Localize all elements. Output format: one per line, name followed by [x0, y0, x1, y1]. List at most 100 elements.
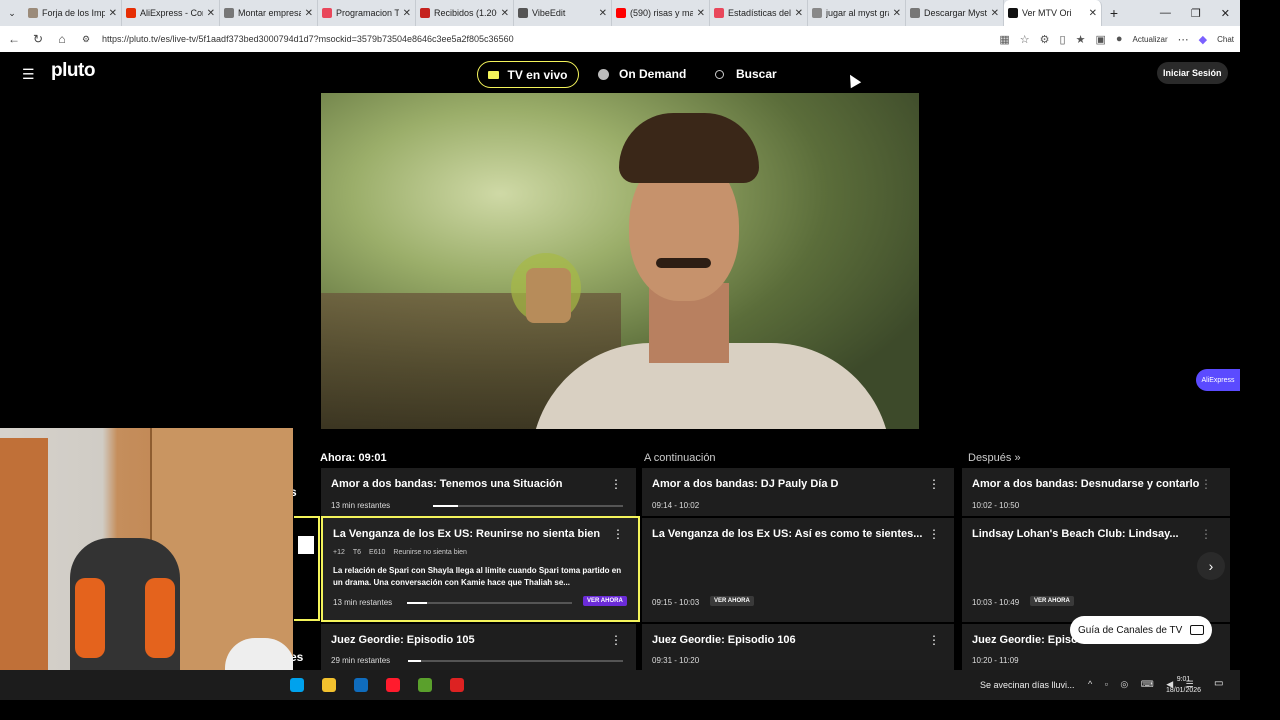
chat-button[interactable]: Chat [1217, 35, 1234, 44]
collections-icon[interactable]: ▣ [1095, 33, 1105, 46]
browser-tab[interactable]: Forja de los Impe ✕ [24, 0, 122, 26]
browser-tab[interactable]: jugar al myst grat ✕ [808, 0, 906, 26]
program-cell-now[interactable]: Juez Geordie: Episodio 105 ⋮ 29 min rest… [321, 624, 636, 670]
browser-tab[interactable]: VibeEdit ✕ [514, 0, 612, 26]
app-icon[interactable] [450, 678, 464, 692]
program-cell-later[interactable]: Amor a dos bandas: Desnudarse y contarlo… [962, 468, 1230, 516]
close-tab-icon[interactable]: ✕ [599, 8, 607, 19]
game-icon[interactable] [418, 678, 432, 692]
extensions-icon[interactable]: ⚙ [1040, 33, 1050, 46]
login-button[interactable]: Iniciar Sesión [1157, 62, 1228, 84]
more-options-icon[interactable]: ⋮ [612, 527, 624, 541]
program-time: 10:02 - 10:50 [972, 501, 1020, 510]
browser-tab[interactable]: Descargar Myst T ✕ [906, 0, 1004, 26]
rating-label: +12 [333, 549, 345, 556]
watch-now-badge[interactable]: VER AHORA [583, 596, 627, 606]
video-person-mustache [656, 258, 711, 268]
on-demand-tab[interactable]: On Demand [598, 67, 686, 81]
minimize-icon[interactable]: — [1160, 7, 1171, 20]
later-label: Después [968, 452, 1012, 464]
close-tab-icon[interactable]: ✕ [207, 8, 215, 19]
browser-tab[interactable]: Estadísticas del vi ✕ [710, 0, 808, 26]
close-tab-icon[interactable]: ✕ [305, 8, 313, 19]
site-info-icon[interactable]: ⚙ [78, 34, 94, 45]
aliexpress-extension-button[interactable]: AliExpress [1196, 369, 1240, 391]
program-cell-now-selected[interactable]: La Venganza de los Ex US: Reunirse no si… [321, 516, 640, 622]
search-tab[interactable]: Buscar [715, 67, 777, 81]
back-icon[interactable]: ← [6, 32, 22, 46]
episode-title: Reunirse no sienta bien [393, 549, 467, 556]
browser-tab[interactable]: Montar empresa ✕ [220, 0, 318, 26]
apps-icon[interactable]: ▦ [999, 33, 1009, 46]
close-tab-icon[interactable]: ✕ [991, 8, 999, 19]
home-icon[interactable]: ⌂ [54, 32, 70, 46]
favorite-icon[interactable]: ☆ [1020, 33, 1030, 46]
close-tab-icon[interactable]: ✕ [893, 8, 901, 19]
later-column-header[interactable]: Después » [968, 452, 1021, 464]
tab-search-icon[interactable]: ⌄ [0, 0, 24, 26]
browser-tab[interactable]: (590) risas y mas ✕ [612, 0, 710, 26]
close-tab-icon[interactable]: ✕ [109, 8, 117, 19]
watch-now-badge[interactable]: VER AHORA [710, 596, 754, 606]
more-options-icon[interactable]: ⋮ [928, 527, 940, 541]
screen-edge-bottom [0, 700, 1280, 720]
more-options-icon[interactable]: ⋮ [1200, 477, 1212, 491]
program-title: Juez Geordie: Episodio 105 [331, 634, 475, 646]
reload-icon[interactable]: ↻ [30, 32, 46, 46]
new-tab-button[interactable]: + [1102, 5, 1126, 21]
program-cell-now[interactable]: Amor a dos bandas: Tenemos una Situación… [321, 468, 636, 516]
more-options-icon[interactable]: ⋮ [928, 633, 940, 647]
program-cell-next[interactable]: Juez Geordie: Episodio 106 ⋮ 09:31 - 10:… [642, 624, 954, 670]
watch-now-badge[interactable]: VER AHORA [1030, 596, 1074, 606]
file-explorer-icon[interactable] [322, 678, 336, 692]
tv-guide-button[interactable]: Guía de Canales de TV [1070, 616, 1212, 644]
more-options-icon[interactable]: ⋮ [610, 477, 622, 491]
tab-favicon-icon [224, 8, 234, 18]
profile-avatar-icon[interactable]: ● [1116, 33, 1123, 45]
address-bar: ← ↻ ⌂ ⚙ https://pluto.tv/es/live-tv/5f1a… [0, 26, 1240, 52]
tv-guide-icon [1190, 625, 1205, 635]
program-title: Juez Geordie: Episodio 106 [652, 634, 796, 646]
notifications-icon[interactable]: ▭ [1214, 678, 1223, 689]
browser-tab[interactable]: AliExpress - Comp ✕ [122, 0, 220, 26]
menu-icon[interactable]: ☰ [22, 66, 35, 83]
close-tab-icon[interactable]: ✕ [697, 8, 705, 19]
copilot-icon[interactable] [290, 678, 304, 692]
progress-fill [407, 602, 427, 604]
more-options-icon[interactable]: ⋮ [1200, 527, 1212, 541]
close-tab-icon[interactable]: ✕ [795, 8, 803, 19]
tab-title: Forja de los Impe [42, 8, 105, 18]
copilot-icon[interactable]: ◆ [1199, 33, 1207, 46]
close-tab-icon[interactable]: ✕ [1089, 8, 1097, 19]
more-icon[interactable]: ⋯ [1178, 33, 1189, 46]
split-screen-icon[interactable]: ▯ [1060, 33, 1066, 46]
update-button[interactable]: Actualizar [1133, 35, 1168, 44]
more-options-icon[interactable]: ⋮ [610, 633, 622, 647]
program-cell-next[interactable]: La Venganza de los Ex US: Así es como te… [642, 518, 954, 622]
tv-live-tab[interactable]: TV en vivo [477, 61, 579, 88]
program-cell-later[interactable]: Lindsay Lohan's Beach Club: Lindsay... ⋮… [962, 518, 1230, 622]
program-title: Amor a dos bandas: DJ Pauly Día D [652, 478, 839, 490]
close-tab-icon[interactable]: ✕ [501, 8, 509, 19]
weather-widget[interactable]: Se avecinan días lluvi... [980, 680, 1075, 690]
browser-tab[interactable]: Recibidos (1.200) ✕ [416, 0, 514, 26]
tab-title: Recibidos (1.200) [434, 8, 497, 18]
browser-tab[interactable]: Programacion TV ✕ [318, 0, 416, 26]
close-tab-icon[interactable]: ✕ [403, 8, 411, 19]
pluto-logo[interactable]: pluto [51, 60, 95, 82]
browser-tab[interactable]: Ver MTV Ori ✕ [1004, 0, 1102, 26]
channel-logo-cell[interactable] [294, 516, 320, 621]
program-time: 10:20 - 11:09 [972, 656, 1019, 665]
favorites-list-icon[interactable]: ★ [1076, 33, 1086, 46]
restore-icon[interactable]: ❐ [1191, 7, 1201, 20]
program-cell-next[interactable]: Amor a dos bandas: DJ Pauly Día D ⋮ 09:1… [642, 468, 954, 516]
more-options-icon[interactable]: ⋮ [928, 477, 940, 491]
close-window-icon[interactable]: ✕ [1221, 7, 1230, 20]
url-field[interactable]: https://pluto.tv/es/live-tv/5f1aadf373be… [102, 34, 991, 44]
chevron-right-icon[interactable]: › [1197, 552, 1225, 580]
outlook-icon[interactable] [354, 678, 368, 692]
time-remaining: 13 min restantes [333, 598, 393, 607]
taskbar-clock[interactable]: 9:01 18/01/2026 [1166, 674, 1201, 696]
video-player[interactable] [321, 93, 919, 429]
opera-icon[interactable] [386, 678, 400, 692]
